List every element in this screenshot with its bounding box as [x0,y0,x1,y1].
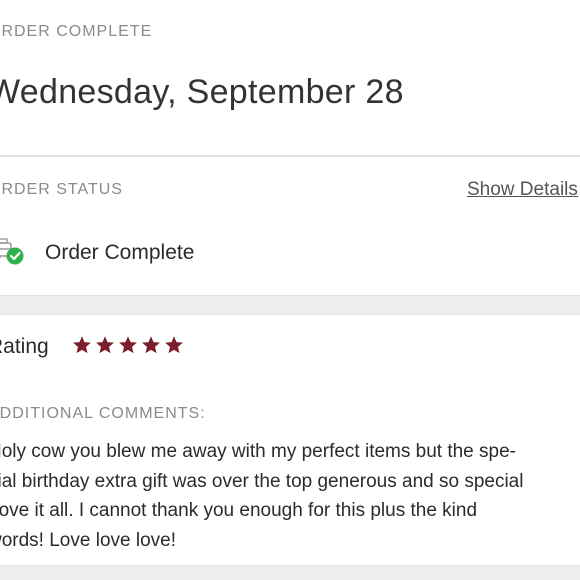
additional-comments-text: Holy cow you blew me away with my perfec… [0,441,524,551]
order-date: Wednesday, September 28 [0,73,404,111]
order-complete-heading: ORDER COMPLETE [0,23,153,40]
star-icon [142,336,160,354]
star-icon [73,336,91,354]
order-status-card: ORDER STATUS Show Details Order Complete [0,156,580,296]
order-details-page: ORDER COMPLETE Wednesday, September 28 O… [0,0,580,580]
order-status-text: Order Complete [45,241,195,264]
star-icon [96,336,114,354]
additional-comments-heading: ADDITIONAL COMMENTS: [0,405,206,422]
star-rating [72,335,184,355]
star-icon [119,336,137,354]
rating-label: Rating [0,335,49,358]
order-status-heading: ORDER STATUS [0,181,123,198]
star-icon [165,336,183,354]
show-details-link[interactable]: Show Details [467,179,578,201]
delivery-truck-check-icon [0,237,26,267]
order-date-card: ORDER COMPLETE Wednesday, September 28 [0,0,580,156]
rating-card: Rating ADDITIONAL COMMENTS: Holy cow you… [0,314,580,566]
